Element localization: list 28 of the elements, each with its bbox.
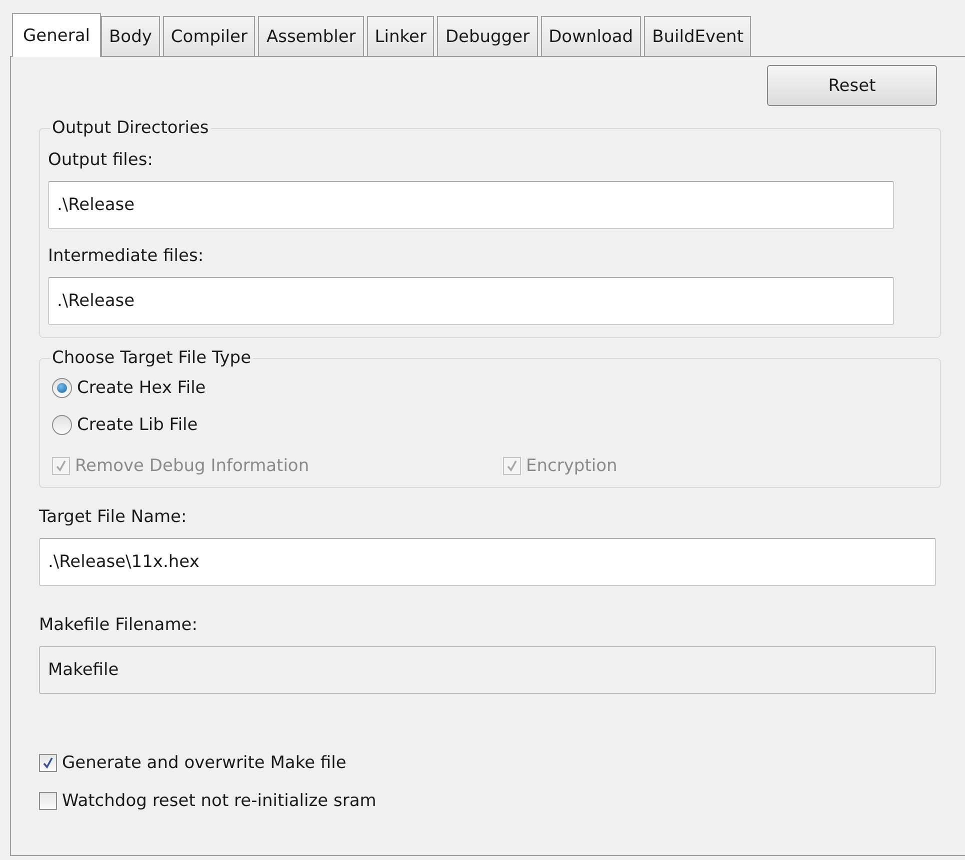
text-field[interactable]: .\Release — [48, 181, 894, 229]
tab[interactable]: General — [12, 13, 101, 57]
tab[interactable]: BuildEvent — [644, 16, 752, 56]
radio-button[interactable] — [52, 415, 72, 435]
group-title: Choose Target File Type — [50, 347, 254, 369]
text-field[interactable]: .\Release\11x.hex — [39, 538, 936, 586]
tab[interactable]: Linker — [366, 16, 434, 56]
radio-label: Create Lib File — [77, 414, 198, 436]
field-label: Target File Name: — [39, 506, 187, 528]
checkbox-label: Remove Debug Information — [75, 455, 310, 477]
text-field[interactable]: .\Release — [48, 277, 894, 325]
field-label: Output files: — [48, 149, 153, 171]
radio-button[interactable] — [52, 378, 72, 398]
reset-button[interactable]: Reset — [767, 65, 937, 106]
checkbox-label: Generate and overwrite Make file — [62, 752, 346, 774]
checkbox[interactable] — [39, 754, 57, 772]
checkbox-label: Encryption — [526, 455, 618, 477]
field-label: Intermediate files: — [48, 245, 204, 267]
field-label: Makefile Filename: — [39, 614, 198, 636]
tab[interactable]: Compiler — [162, 16, 256, 56]
group-title: Output Directories — [50, 117, 211, 139]
checkbox-label: Watchdog reset not re-initialize sram — [62, 790, 376, 812]
tab[interactable]: Assembler — [258, 16, 364, 56]
tab[interactable]: Debugger — [437, 16, 538, 56]
radio-label: Create Hex File — [77, 377, 206, 399]
checkbox[interactable] — [39, 792, 57, 810]
tab[interactable]: Download — [540, 16, 642, 56]
tab[interactable]: Body — [101, 16, 160, 56]
